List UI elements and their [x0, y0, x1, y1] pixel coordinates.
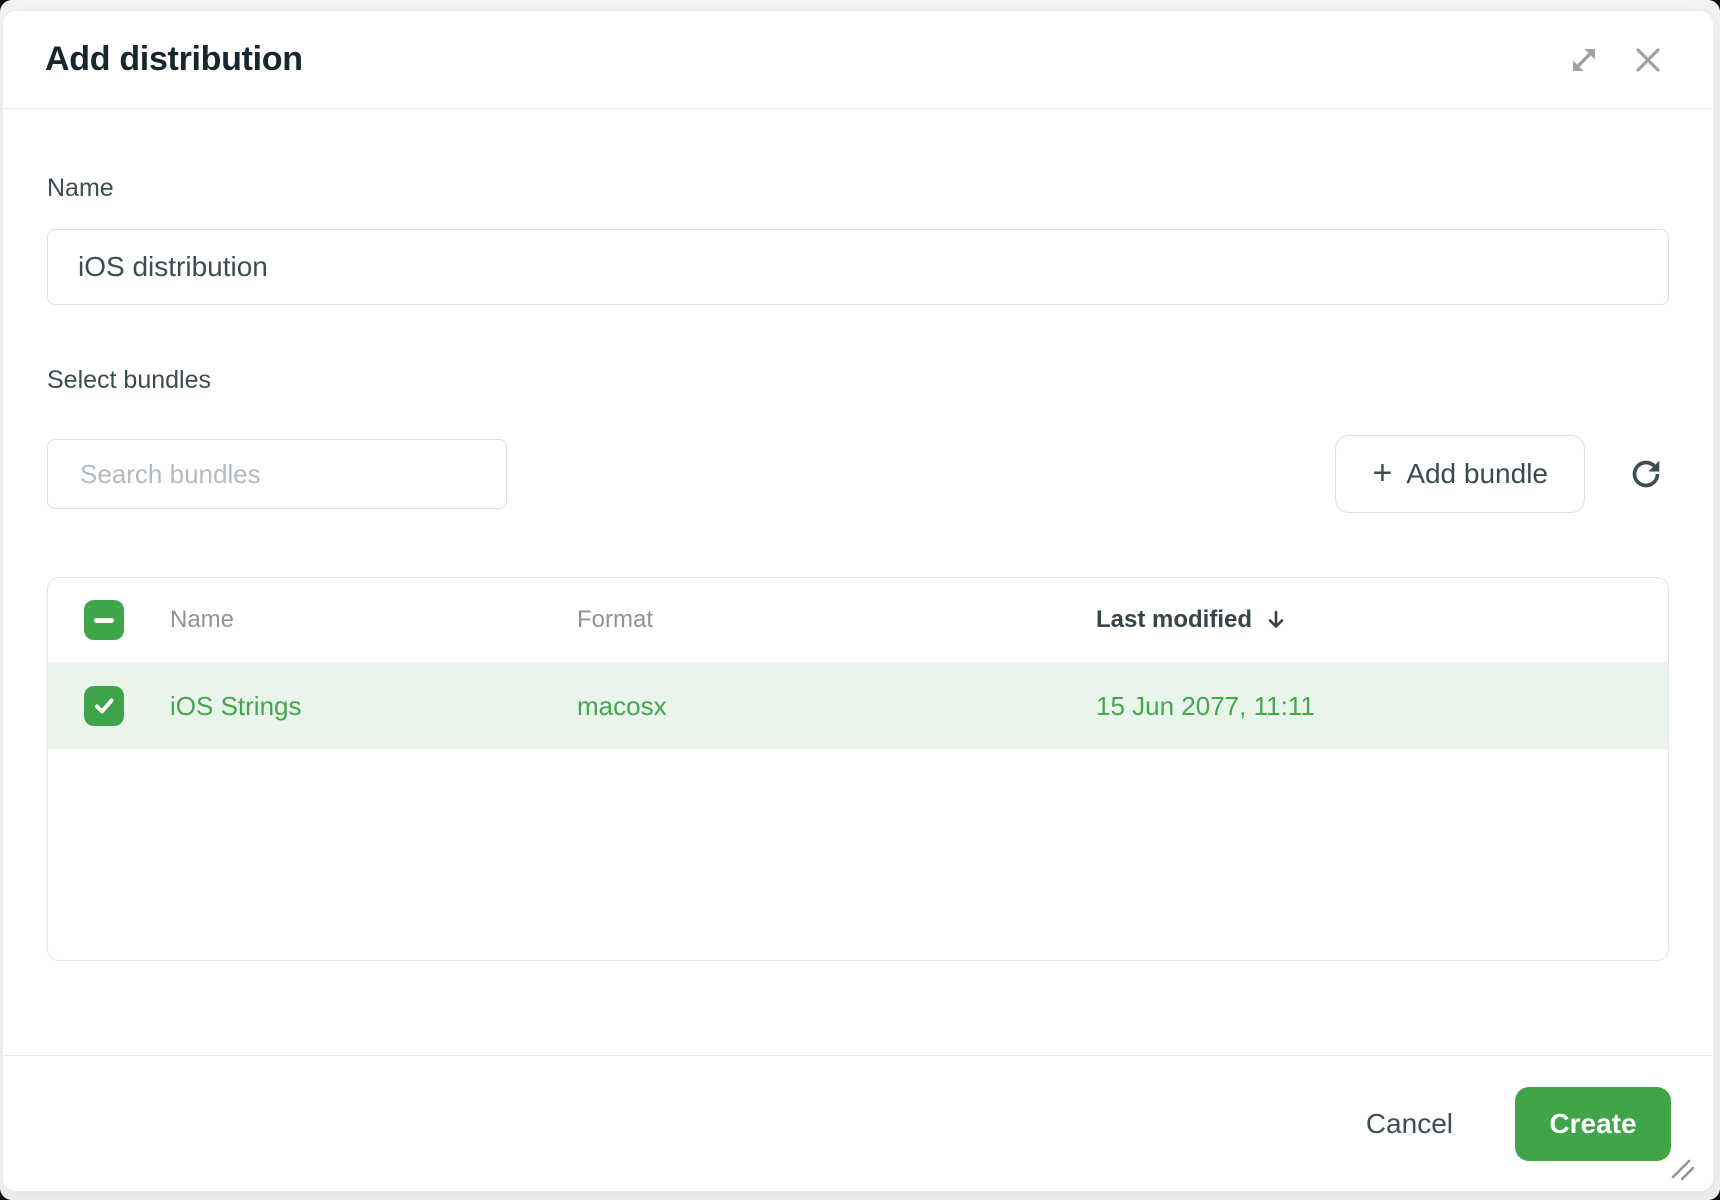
- sort-desc-arrow-icon: [1264, 608, 1288, 632]
- table-row[interactable]: iOS Strings macosx 15 Jun 2077, 11:11: [48, 663, 1668, 749]
- refresh-icon: [1626, 454, 1666, 494]
- bundles-actions: + Add bundle: [1335, 435, 1669, 513]
- modal-footer: Cancel Create: [3, 1055, 1713, 1191]
- column-header-name: Name: [170, 606, 577, 634]
- row-cell-name: iOS Strings: [170, 691, 577, 722]
- close-icon: [1631, 43, 1665, 77]
- bundles-table: Name Format Last modified: [47, 577, 1669, 961]
- row-cell-last-modified: 15 Jun 2077, 11:11: [1096, 691, 1668, 722]
- row-checkbox-cell: [48, 686, 170, 726]
- cancel-button[interactable]: Cancel: [1366, 1108, 1453, 1140]
- close-button[interactable]: [1631, 43, 1665, 77]
- row-checkbox-checked[interactable]: [84, 686, 124, 726]
- row-cell-format: macosx: [577, 691, 1096, 722]
- refresh-bundles-button[interactable]: [1623, 451, 1669, 497]
- select-bundles-label: Select bundles: [47, 365, 1669, 395]
- add-bundle-button-label: Add bundle: [1406, 458, 1548, 490]
- resize-handle-icon: [1665, 1151, 1699, 1185]
- plus-icon: +: [1372, 456, 1392, 490]
- select-all-checkbox-indeterminate[interactable]: [84, 600, 124, 640]
- column-header-last-modified[interactable]: Last modified: [1096, 606, 1668, 634]
- column-header-last-modified-label: Last modified: [1096, 606, 1252, 634]
- select-all-cell: [48, 600, 170, 640]
- name-input[interactable]: [47, 229, 1669, 305]
- add-distribution-modal: Add distribution: [2, 10, 1714, 1192]
- modal-header-actions: [1565, 41, 1665, 79]
- modal-title: Add distribution: [45, 40, 303, 79]
- search-bundles-input[interactable]: [47, 439, 507, 509]
- expand-button[interactable]: [1565, 41, 1603, 79]
- checkbox-indeterminate-icon: [94, 618, 114, 623]
- modal-header: Add distribution: [3, 11, 1713, 109]
- expand-icon: [1565, 41, 1603, 79]
- column-header-format: Format: [577, 606, 1096, 634]
- resize-handle[interactable]: [1665, 1151, 1699, 1185]
- bundles-toolbar: + Add bundle: [47, 435, 1669, 513]
- name-field-label: Name: [47, 173, 1669, 203]
- modal-body: Name Select bundles + Add bundle: [3, 109, 1713, 1055]
- create-button[interactable]: Create: [1515, 1087, 1671, 1161]
- table-header-row: Name Format Last modified: [48, 578, 1668, 662]
- add-bundle-button[interactable]: + Add bundle: [1335, 435, 1585, 513]
- checkbox-checked-icon: [90, 692, 118, 720]
